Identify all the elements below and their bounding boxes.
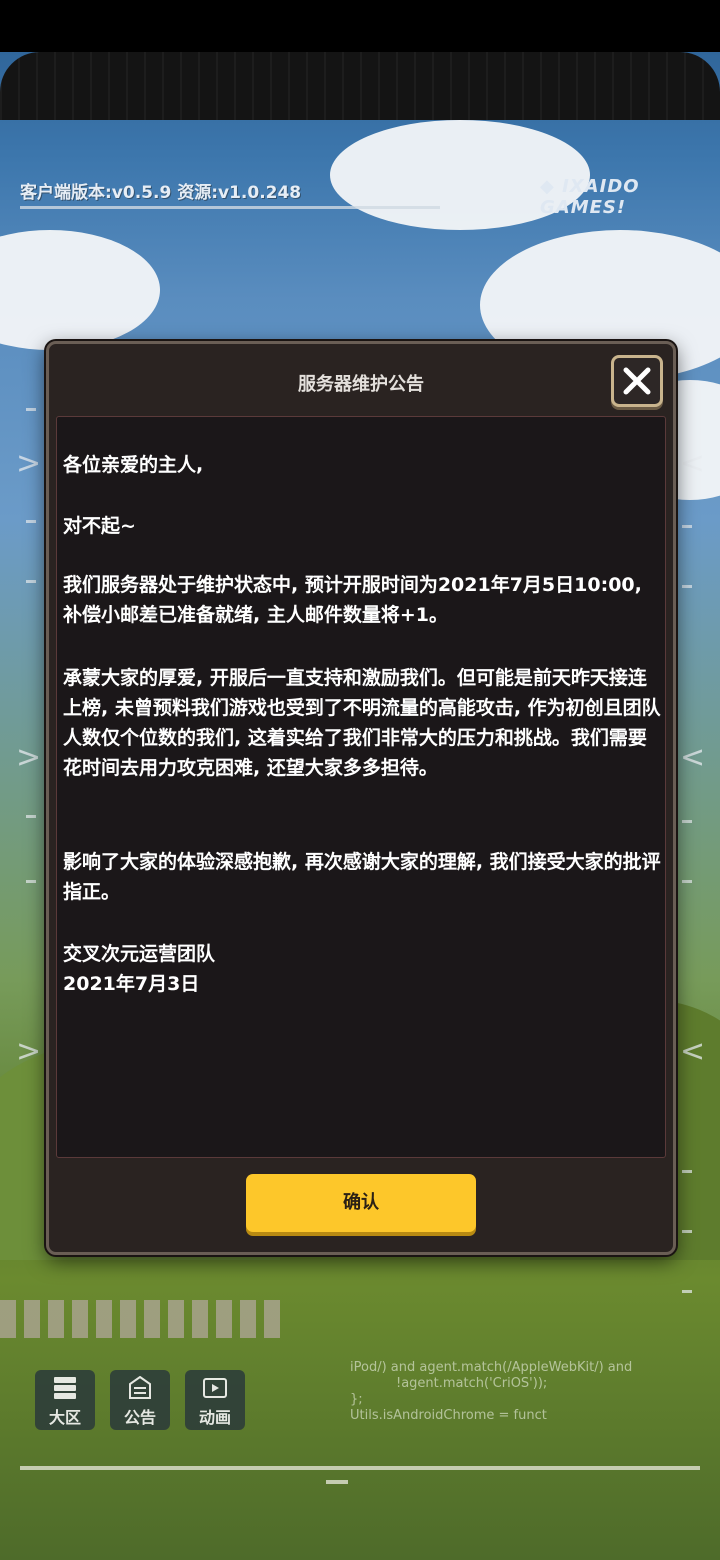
code-line: !agent.match('CriOS')); (396, 1376, 548, 1391)
brand-logo: ◆ IXAIDO GAMES! (540, 176, 640, 218)
server-region-button[interactable]: 大区 (35, 1370, 95, 1430)
progress-marker (326, 1480, 348, 1484)
confirm-button[interactable]: 确认 (246, 1174, 476, 1232)
code-line: Utils.isAndroidChrome = funct (350, 1408, 547, 1423)
announcement-button[interactable]: 公告 (110, 1370, 170, 1430)
notice-paragraph: 我们服务器处于维护状态中, 预计开服时间为2021年7月5日10:00, 补偿小… (63, 574, 642, 626)
circuit-header-bar (0, 52, 720, 120)
notice-paragraph: 影响了大家的体验深感抱歉, 再次感谢大家的理解, 我们接受大家的批评指正。 (63, 851, 661, 903)
notice-signature: 交叉次元运营团队 (63, 943, 216, 965)
notice-apology: 对不起~ (63, 515, 136, 537)
left-arrow-icon: > (16, 740, 42, 775)
version-text: 客户端版本:v0.5.9 资源:v1.0.248 (20, 183, 302, 203)
edge-tick (682, 1230, 692, 1233)
debug-code-overlay: iPod/) and agent.match(/AppleWebKit/) an… (350, 1360, 690, 1424)
announcement-icon (129, 1376, 151, 1399)
maintenance-notice-dialog: 服务器维护公告 各位亲爱的主人, 对不起~ 我们服务器处于维护状态中, 预计开服… (46, 341, 676, 1255)
close-icon (623, 367, 651, 395)
code-line: iPod/) and agent.match(/AppleWebKit/) an… (350, 1360, 633, 1375)
edge-tick (26, 880, 36, 883)
right-arrow-icon: < (680, 446, 706, 481)
cloud (0, 230, 160, 350)
notice-content: 各位亲爱的主人, 对不起~ 我们服务器处于维护状态中, 预计开服时间为2021年… (56, 416, 666, 1158)
edge-tick (682, 1290, 692, 1293)
right-arrow-icon: < (680, 1034, 706, 1069)
edge-tick (26, 408, 36, 411)
edge-tick (26, 815, 36, 818)
edge-tick (682, 1170, 692, 1173)
edge-tick (682, 880, 692, 883)
version-underline (20, 206, 440, 209)
animation-button[interactable]: 动画 (185, 1370, 245, 1430)
edge-tick (26, 580, 36, 583)
code-line: }; (350, 1392, 363, 1407)
announcement-label: 公告 (123, 1408, 156, 1427)
notice-date: 2021年7月3日 (63, 973, 200, 995)
server-region-label: 大区 (48, 1408, 81, 1427)
status-area (0, 0, 720, 52)
notice-greeting: 各位亲爱的主人, (63, 454, 204, 476)
notice-paragraph: 承蒙大家的厚爱, 开服后一直支持和激励我们。但可能是前天昨天接连上榜, 未曾预料… (63, 667, 661, 779)
left-arrow-icon: > (16, 446, 42, 481)
video-icon (203, 1378, 227, 1398)
server-icon (54, 1377, 76, 1399)
edge-tick (26, 520, 36, 523)
edge-tick (682, 525, 692, 528)
loading-progress-bar (20, 1466, 700, 1470)
edge-tick (682, 585, 692, 588)
left-arrow-icon: > (16, 1034, 42, 1069)
edge-tick (682, 820, 692, 823)
fence (0, 1300, 280, 1338)
close-button[interactable] (611, 355, 663, 407)
dialog-title: 服务器维护公告 (298, 374, 424, 395)
right-arrow-icon: < (680, 740, 706, 775)
animation-label: 动画 (198, 1408, 231, 1427)
